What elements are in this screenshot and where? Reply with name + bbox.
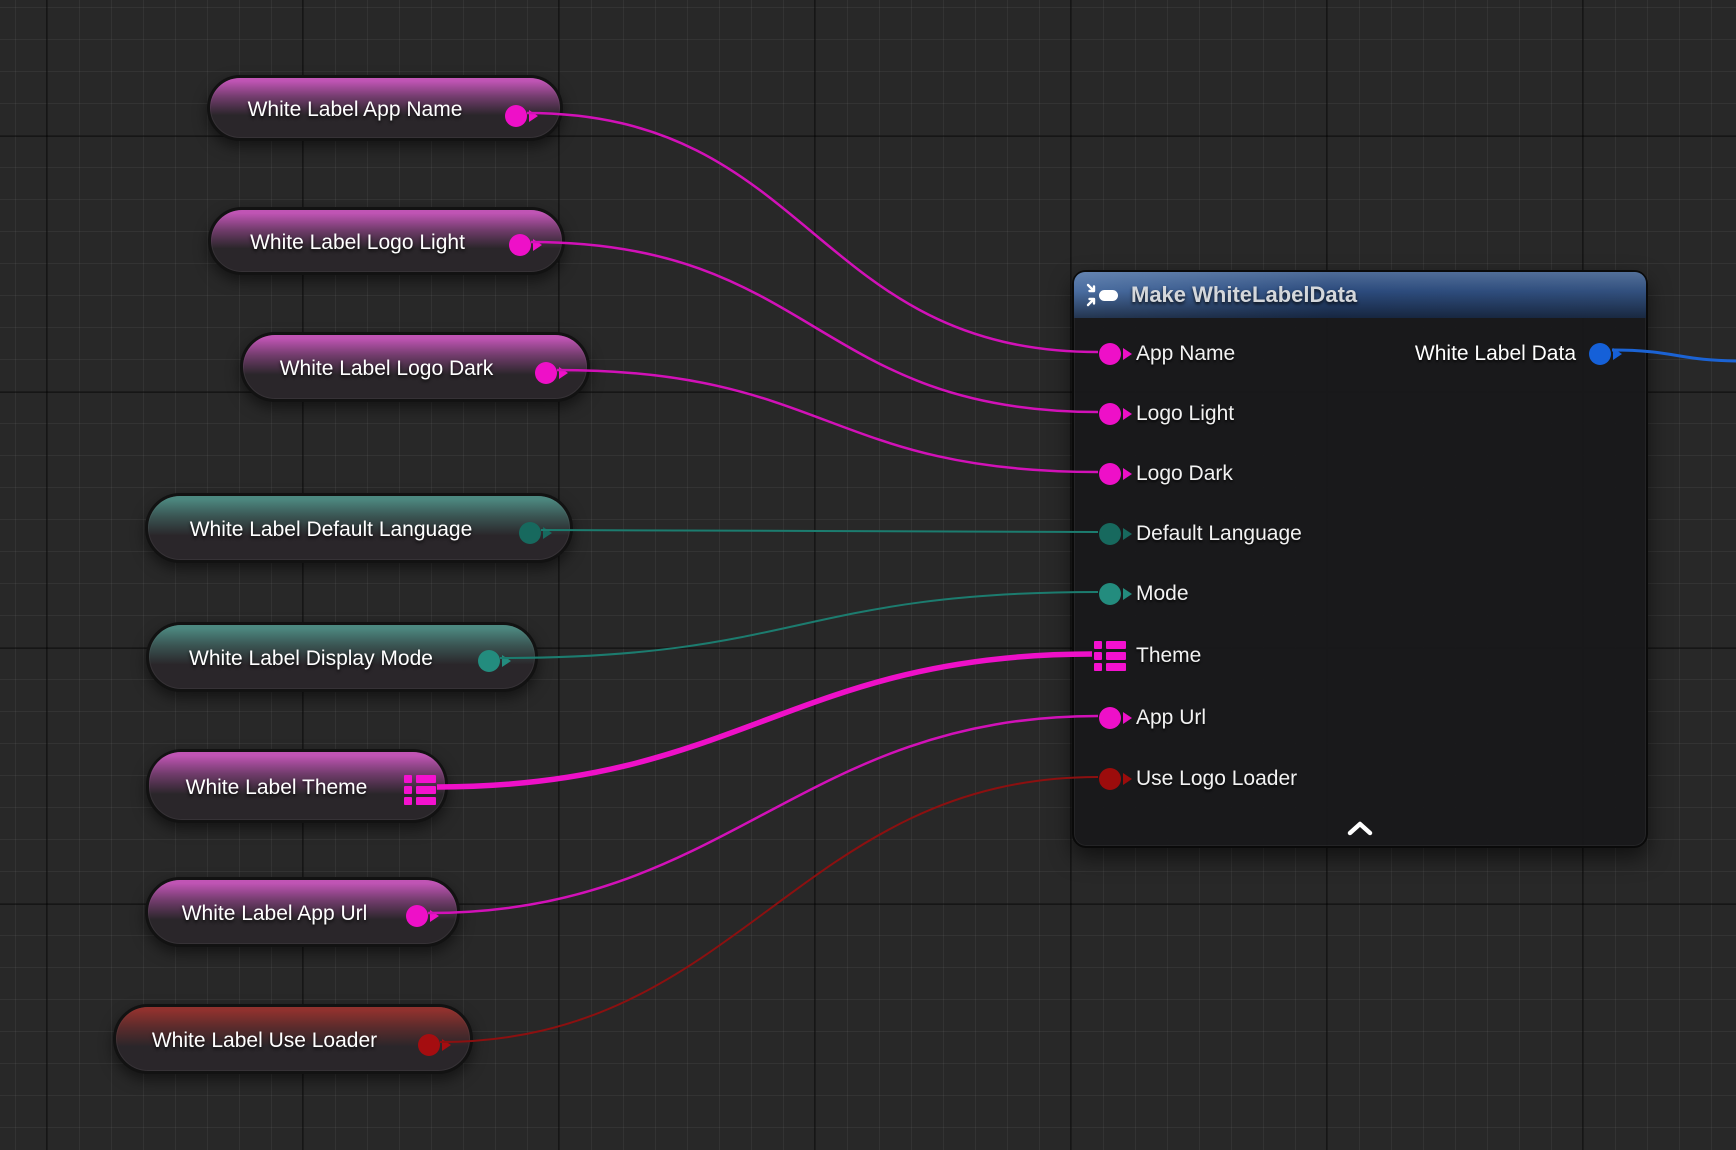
input-pin-label: Use Logo Loader <box>1136 767 1297 791</box>
collapse-node-button[interactable] <box>1345 820 1375 838</box>
input-pin-logo-dark[interactable] <box>1099 463 1121 485</box>
output-pin-white-label-data[interactable] <box>1589 343 1611 365</box>
variable-node-label: White Label Logo Light <box>211 210 504 272</box>
output-pin-enum[interactable] <box>478 650 500 672</box>
output-pin-enum[interactable] <box>519 522 541 544</box>
variable-node-label: White Label Default Language <box>148 496 514 560</box>
make-struct-icon <box>1086 283 1120 307</box>
output-pin-bool[interactable] <box>418 1034 440 1056</box>
variable-node-label: White Label App Url <box>148 880 401 944</box>
variable-node-white-label-logo-light[interactable]: White Label Logo Light <box>208 207 565 275</box>
input-pin-label: Theme <box>1136 644 1201 668</box>
output-pin-string[interactable] <box>535 362 557 384</box>
output-pin-string[interactable] <box>509 234 531 256</box>
variable-node-label: White Label App Name <box>210 78 500 138</box>
input-pin-label: Logo Dark <box>1136 462 1233 486</box>
variable-node-white-label-app-url[interactable]: White Label App Url <box>145 877 460 947</box>
input-pin-label: Default Language <box>1136 522 1302 546</box>
wire-7[interactable] <box>440 777 1098 1042</box>
variable-node-white-label-use-loader[interactable]: White Label Use Loader <box>113 1004 473 1074</box>
output-pin-label: White Label Data <box>1415 342 1576 366</box>
wire-2[interactable] <box>557 370 1098 472</box>
variable-node-label: White Label Logo Dark <box>243 335 530 399</box>
output-pin-string[interactable] <box>505 105 527 127</box>
output-pin-string[interactable] <box>406 905 428 927</box>
variable-node-white-label-default-language[interactable]: White Label Default Language <box>145 493 573 563</box>
output-pin-struct-icon[interactable] <box>404 775 436 810</box>
variable-node-white-label-display-mode[interactable]: White Label Display Mode <box>146 622 538 692</box>
wire-4[interactable] <box>500 592 1098 658</box>
input-pin-label: Logo Light <box>1136 402 1234 426</box>
blueprint-canvas[interactable]: White Label App Name White Label Logo Lig… <box>0 0 1736 1150</box>
wire-3[interactable] <box>541 530 1098 532</box>
wire-6[interactable] <box>428 716 1098 913</box>
wire-5[interactable] <box>437 654 1092 787</box>
input-pin-app-name[interactable] <box>1099 343 1121 365</box>
node-title: Make WhiteLabelData <box>1131 282 1357 308</box>
input-pin-default-language[interactable] <box>1099 523 1121 545</box>
input-pin-app-url[interactable] <box>1099 707 1121 729</box>
input-pin-mode[interactable] <box>1099 583 1121 605</box>
variable-node-label: White Label Theme <box>149 752 404 820</box>
variable-node-label: White Label Display Mode <box>149 625 473 689</box>
variable-node-label: White Label Use Loader <box>116 1007 413 1071</box>
input-pin-logo-light[interactable] <box>1099 403 1121 425</box>
make-whitelabeldata-node[interactable]: Make WhiteLabelData App Name Logo Light Lo… <box>1072 270 1648 848</box>
input-pin-use-logo-loader[interactable] <box>1099 768 1121 790</box>
input-pin-theme[interactable] <box>1094 641 1126 676</box>
variable-node-white-label-app-name[interactable]: White Label App Name <box>207 75 563 141</box>
wire-1[interactable] <box>531 242 1098 412</box>
input-pin-label: App Url <box>1136 706 1206 730</box>
input-pin-label: Mode <box>1136 582 1189 606</box>
node-header[interactable]: Make WhiteLabelData <box>1074 272 1646 318</box>
wire-0[interactable] <box>527 113 1098 352</box>
input-pin-label: App Name <box>1136 342 1235 366</box>
variable-node-white-label-theme[interactable]: White Label Theme <box>146 749 448 823</box>
variable-node-white-label-logo-dark[interactable]: White Label Logo Dark <box>240 332 590 402</box>
